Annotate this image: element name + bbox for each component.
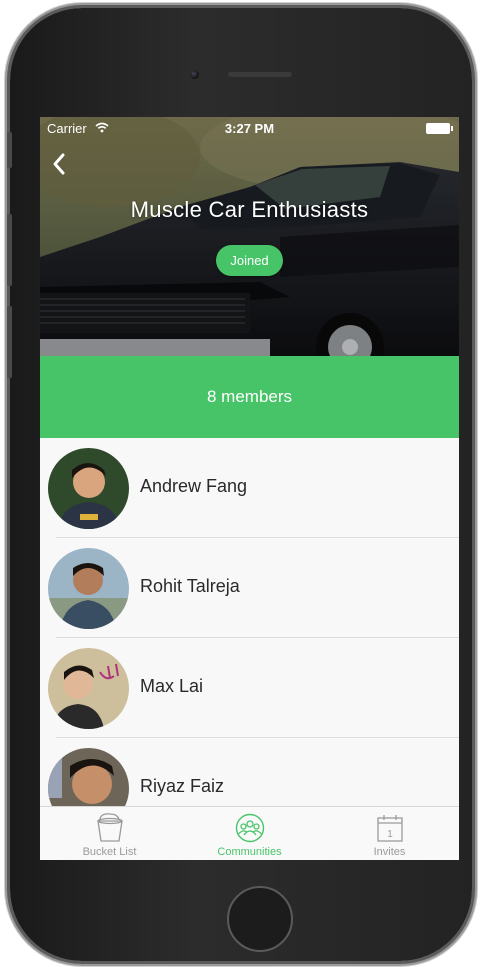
volume-up-button bbox=[7, 214, 12, 286]
members-list[interactable]: Andrew Fang Rohit Talreja Max Lai Riyaz … bbox=[40, 438, 459, 807]
chevron-left-icon bbox=[53, 153, 65, 175]
battery-icon bbox=[426, 123, 453, 134]
members-count-bar[interactable]: 8 members bbox=[40, 356, 459, 438]
tab-label: Bucket List bbox=[82, 846, 137, 858]
member-row[interactable]: Rohit Talreja bbox=[40, 538, 459, 638]
people-circle-icon bbox=[235, 813, 265, 843]
tab-invites[interactable]: 1 Invites bbox=[320, 807, 459, 860]
earpiece-speaker bbox=[228, 72, 292, 77]
member-row[interactable]: Riyaz Faiz bbox=[40, 738, 459, 807]
clock-label: 3:27 PM bbox=[224, 121, 275, 136]
bucket-icon bbox=[97, 813, 123, 842]
member-name: Max Lai bbox=[140, 676, 204, 696]
calendar-icon: 1 bbox=[377, 815, 403, 842]
avatar bbox=[48, 748, 129, 807]
avatar bbox=[48, 648, 129, 729]
app-screen: Carrier 3:27 PM Muscle Car Enthusiasts J… bbox=[40, 117, 459, 860]
calendar-day-number: 1 bbox=[387, 829, 393, 840]
community-title: Muscle Car Enthusiasts bbox=[130, 197, 369, 222]
member-name: Riyaz Faiz bbox=[140, 776, 225, 796]
tab-bucket-list[interactable]: Bucket List bbox=[40, 807, 179, 860]
status-bar: Carrier 3:27 PM bbox=[40, 117, 459, 139]
avatar bbox=[48, 448, 129, 529]
tab-label: Communities bbox=[217, 846, 282, 858]
volume-down-button bbox=[7, 306, 12, 378]
tab-bar: Bucket List Communities 1 Invites bbox=[40, 806, 459, 860]
back-button[interactable] bbox=[48, 149, 72, 179]
muscle-car-photo bbox=[40, 117, 459, 356]
community-header: Carrier 3:27 PM Muscle Car Enthusiasts J… bbox=[40, 117, 459, 356]
tab-label: Invites bbox=[373, 846, 406, 858]
avatar bbox=[48, 548, 129, 629]
home-button[interactable] bbox=[227, 886, 293, 952]
member-name: Andrew Fang bbox=[140, 476, 248, 496]
tab-communities[interactable]: Communities bbox=[180, 807, 319, 860]
member-name: Rohit Talreja bbox=[140, 576, 240, 596]
member-row[interactable]: Andrew Fang bbox=[40, 438, 459, 538]
joined-button[interactable]: Joined bbox=[216, 245, 283, 276]
mute-switch bbox=[7, 132, 12, 168]
front-camera bbox=[190, 70, 199, 79]
member-row[interactable]: Max Lai bbox=[40, 638, 459, 738]
